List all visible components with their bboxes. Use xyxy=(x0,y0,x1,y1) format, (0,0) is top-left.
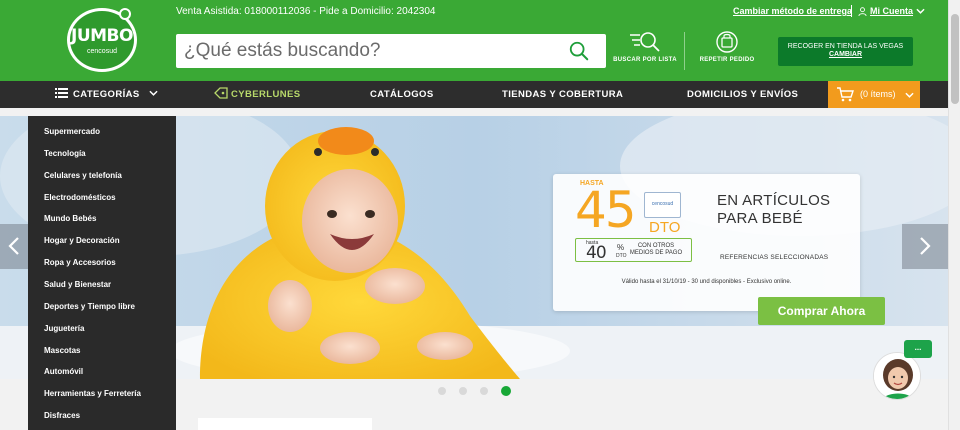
change-delivery-method-link[interactable]: Cambiar método de entrega xyxy=(733,6,852,16)
nav-tiendas-cobertura[interactable]: TIENDAS Y COBERTURA xyxy=(502,81,623,108)
main-nav: CATEGORÍAS CYBERLUNES CATÁLOGOS TIENDAS … xyxy=(0,81,948,108)
nav-cyberlunes[interactable]: CYBERLUNES xyxy=(214,81,300,108)
sidebar-item-electrodomesticos[interactable]: Electrodomésticos xyxy=(44,193,116,202)
carousel-dot-1[interactable] xyxy=(438,387,446,395)
promo-title: EN ARTÍCULOS PARA BEBÉ xyxy=(717,192,830,228)
search-input[interactable] xyxy=(176,34,561,68)
assistant-face-icon xyxy=(874,353,920,399)
chevron-down-icon xyxy=(916,8,925,14)
sidebar-item-automovil[interactable]: Automóvil xyxy=(44,367,83,376)
categories-sidebar: Supermercado Tecnología Celulares y tele… xyxy=(28,116,176,430)
logo-subtext: cencosud xyxy=(87,47,117,55)
logo-text: JUMBO xyxy=(71,25,133,46)
cyberlunes-label: CYBERLUNES xyxy=(231,89,301,100)
sidebar-item-tecnologia[interactable]: Tecnología xyxy=(44,149,86,158)
chevron-down-icon xyxy=(905,92,914,98)
other-methods-label: CON OTROS MEDIOS DE PAGO xyxy=(629,243,683,256)
other-percent: 40 xyxy=(586,243,607,263)
carousel-next-button[interactable] xyxy=(902,224,948,269)
categories-label: CATEGORÍAS xyxy=(73,89,140,100)
scrollbar-thumb[interactable] xyxy=(951,14,959,104)
sidebar-item-mascotas[interactable]: Mascotas xyxy=(44,346,80,355)
logo-dot-icon xyxy=(119,8,131,20)
sidebar-item-disfraces[interactable]: Disfraces xyxy=(44,411,80,420)
chat-bubble[interactable]: ... xyxy=(904,340,932,358)
promo-validity: Válido hasta el 31/10/19 - 30 und dispon… xyxy=(621,279,792,285)
sidebar-item-supermercado[interactable]: Supermercado xyxy=(44,127,100,136)
nav-domicilios-envios[interactable]: DOMICILIOS Y ENVÍOS xyxy=(687,81,798,108)
other-percent-sign: % xyxy=(617,243,625,252)
chat-assistant-avatar[interactable] xyxy=(873,352,921,400)
page: JUMBO cencosud Venta Asistida: 018000112… xyxy=(0,0,960,430)
product-card-preview[interactable] xyxy=(198,418,372,430)
repeat-order-label: REPETIR PEDIDO xyxy=(699,57,755,63)
search-icon[interactable] xyxy=(568,40,590,62)
search-by-list-button[interactable]: BUSCAR POR LISTA xyxy=(610,30,680,74)
carousel-dots xyxy=(438,386,511,396)
account-label: Mi Cuenta xyxy=(870,6,914,16)
other-payment-box: hasta 40 % DTO CON OTROS MEDIOS DE PAGO xyxy=(575,238,692,263)
header: JUMBO cencosud Venta Asistida: 018000112… xyxy=(0,0,948,81)
sidebar-item-mundo-bebes[interactable]: Mundo Bebés xyxy=(44,214,96,223)
sidebar-item-hogar[interactable]: Hogar y Decoración xyxy=(44,236,120,245)
page-scrollbar[interactable] xyxy=(948,0,960,430)
shopping-bag-icon xyxy=(716,31,738,53)
pickup-store-label: RECOGER EN TIENDA LAS VEGAS xyxy=(787,43,904,50)
sidebar-item-salud[interactable]: Salud y Bienestar xyxy=(44,280,111,289)
search-box xyxy=(176,34,606,68)
carousel-dot-4[interactable] xyxy=(501,386,511,396)
cart-button[interactable]: (0 ítems) xyxy=(828,81,920,108)
promo-references: REFERENCIAS SELECCIONADAS xyxy=(720,254,829,261)
header-divider xyxy=(851,5,852,17)
chevron-down-icon xyxy=(149,90,158,96)
carousel-dot-3[interactable] xyxy=(480,387,488,395)
sidebar-item-ropa[interactable]: Ropa y Accesorios xyxy=(44,258,116,267)
search-by-list-label: BUSCAR POR LISTA xyxy=(613,57,677,63)
promo-card: HASTA 45 cencosud DTO hasta 40 % DTO CON… xyxy=(553,174,860,311)
cart-count: (0 ítems) xyxy=(860,89,896,99)
nav-catalogos[interactable]: CATÁLOGOS xyxy=(370,81,434,108)
user-icon xyxy=(858,6,867,16)
carousel-prev-button[interactable] xyxy=(0,224,28,269)
sidebar-item-celulares[interactable]: Celulares y telefonía xyxy=(44,171,122,180)
contact-info: Venta Asistida: 018000112036 - Pide a Do… xyxy=(176,6,436,17)
sidebar-item-herramientas[interactable]: Herramientas y Ferretería xyxy=(44,389,141,398)
other-dto: DTO xyxy=(616,253,627,259)
categories-menu[interactable]: CATEGORÍAS xyxy=(55,81,158,108)
store-pickup-button[interactable]: RECOGER EN TIENDA LAS VEGAS CAMBIAR xyxy=(778,37,913,66)
promo-dto: DTO xyxy=(649,219,681,236)
tag-icon xyxy=(214,87,228,99)
hamburger-icon xyxy=(55,88,68,98)
chevron-left-icon xyxy=(8,237,19,255)
cencosud-card-badge: cencosud xyxy=(644,192,681,218)
repeat-order-button[interactable]: REPETIR PEDIDO xyxy=(692,30,762,74)
sidebar-item-deportes[interactable]: Deportes y Tiempo libre xyxy=(44,302,135,311)
account-menu[interactable]: Mi Cuenta xyxy=(858,6,925,16)
carousel-dot-2[interactable] xyxy=(459,387,467,395)
buy-now-button[interactable]: Comprar Ahora xyxy=(758,297,885,325)
pickup-change-link[interactable]: CAMBIAR xyxy=(778,51,913,58)
cart-icon xyxy=(837,87,854,102)
promo-title-line2: PARA BEBÉ xyxy=(717,210,803,227)
chevron-right-icon xyxy=(920,237,931,255)
sidebar-item-jugueteria[interactable]: Juguetería xyxy=(44,324,84,333)
header-button-divider xyxy=(684,32,685,70)
promo-title-line1: EN ARTÍCULOS xyxy=(717,192,831,209)
promo-big-percent: 45 xyxy=(575,181,637,239)
list-search-icon xyxy=(630,32,660,52)
